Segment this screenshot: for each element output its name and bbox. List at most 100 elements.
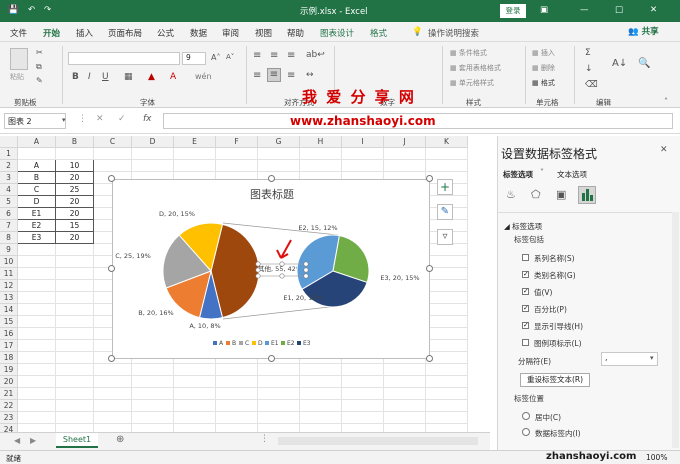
data-label[interactable]: E2, 15, 12% — [298, 224, 337, 232]
cell[interactable] — [56, 376, 94, 388]
column-header[interactable]: B — [56, 136, 94, 148]
shrink-font-icon[interactable]: A˅ — [226, 53, 234, 61]
cell[interactable] — [132, 412, 174, 424]
tab-insert[interactable]: 插入 — [76, 27, 93, 39]
column-header[interactable]: I — [342, 136, 384, 148]
tab-data[interactable]: 数据 — [190, 27, 207, 39]
format-painter-icon[interactable]: ✎ — [36, 76, 43, 85]
cell[interactable] — [174, 388, 216, 400]
data-label[interactable]: C, 25, 19% — [115, 252, 151, 260]
cancel-icon[interactable]: ✕ — [96, 114, 104, 124]
cell[interactable] — [56, 256, 94, 268]
cell[interactable]: 10 — [56, 160, 94, 172]
column-header[interactable]: C — [94, 136, 132, 148]
cell[interactable]: 20 — [56, 196, 94, 208]
resize-handle[interactable] — [255, 261, 261, 267]
legend-swatch[interactable] — [252, 341, 256, 345]
cell[interactable] — [426, 328, 468, 340]
row-header[interactable]: 1 — [0, 148, 18, 160]
cell[interactable] — [174, 376, 216, 388]
legend-label[interactable]: E1 — [271, 340, 279, 347]
row-header[interactable]: 9 — [0, 244, 18, 256]
cell[interactable] — [216, 412, 258, 424]
cell[interactable] — [18, 292, 56, 304]
redo-icon[interactable]: ↷ — [44, 5, 51, 15]
resize-handle[interactable] — [108, 265, 115, 272]
chevron-down-icon[interactable]: ▾ — [650, 354, 654, 362]
cell[interactable] — [216, 148, 258, 160]
cell[interactable] — [56, 316, 94, 328]
cell[interactable] — [18, 400, 56, 412]
cell[interactable] — [56, 292, 94, 304]
tab-chart-design[interactable]: 图表设计 — [320, 27, 354, 39]
cell[interactable] — [174, 400, 216, 412]
prev-sheet-icon[interactable]: ◀ — [14, 436, 20, 445]
cell[interactable] — [426, 316, 468, 328]
cell[interactable] — [426, 292, 468, 304]
cell[interactable] — [132, 160, 174, 172]
data-label[interactable]: A, 10, 8% — [189, 322, 220, 330]
cell[interactable] — [18, 256, 56, 268]
row-header[interactable]: 4 — [0, 184, 18, 196]
autosum-icon[interactable]: Σ — [585, 48, 591, 58]
cell[interactable] — [18, 304, 56, 316]
tab-label-options[interactable]: 标签选项 — [503, 169, 533, 180]
column-header[interactable]: H — [300, 136, 342, 148]
format-cells-button[interactable]: ▦ 格式 — [532, 78, 555, 88]
cell[interactable] — [132, 376, 174, 388]
cell[interactable] — [174, 412, 216, 424]
cell[interactable] — [384, 388, 426, 400]
phonetic-icon[interactable]: wén — [195, 72, 212, 81]
insert-cells-button[interactable]: ▦ 插入 — [532, 48, 555, 58]
cell[interactable]: E1 — [18, 208, 56, 220]
login-button[interactable]: 登录 — [500, 4, 526, 18]
cell[interactable] — [426, 340, 468, 352]
legend-label[interactable]: C — [245, 340, 249, 347]
cell[interactable]: 20 — [56, 232, 94, 244]
resize-handle[interactable] — [255, 273, 261, 279]
cell[interactable] — [258, 364, 300, 376]
cell[interactable] — [342, 364, 384, 376]
cell[interactable] — [300, 376, 342, 388]
resize-handle[interactable] — [426, 265, 433, 272]
cell[interactable] — [18, 148, 56, 160]
cell[interactable] — [56, 244, 94, 256]
cell[interactable] — [426, 388, 468, 400]
checkbox[interactable]: ✓ — [522, 288, 529, 295]
cell[interactable] — [56, 388, 94, 400]
cell[interactable] — [56, 328, 94, 340]
cell[interactable] — [342, 148, 384, 160]
cell[interactable] — [216, 400, 258, 412]
cell[interactable]: 15 — [56, 220, 94, 232]
cell[interactable]: E2 — [18, 220, 56, 232]
cell[interactable] — [384, 400, 426, 412]
underline-icon[interactable]: U — [102, 72, 109, 82]
cell[interactable]: 25 — [56, 184, 94, 196]
cell[interactable] — [18, 376, 56, 388]
checkbox[interactable]: ✓ — [522, 271, 529, 278]
sheet-tab-sheet1[interactable]: Sheet1 — [56, 433, 98, 448]
arrow-annotation[interactable] — [276, 239, 292, 259]
legend-label[interactable]: E2 — [287, 340, 295, 347]
ribbon-display-icon[interactable]: ▣ — [540, 5, 548, 15]
font-color-icon[interactable]: A — [170, 72, 176, 82]
cell[interactable] — [18, 280, 56, 292]
insert-function-icon[interactable]: fx — [143, 114, 152, 124]
cell[interactable] — [18, 244, 56, 256]
cell[interactable] — [384, 364, 426, 376]
column-header[interactable]: K — [426, 136, 468, 148]
horizontal-scrollbar[interactable] — [278, 437, 478, 445]
reset-label-text-button[interactable]: 重设标签文本(R) — [520, 373, 590, 387]
cell[interactable]: 20 — [56, 208, 94, 220]
row-header[interactable]: 22 — [0, 400, 18, 412]
tab-file[interactable]: 文件 — [10, 27, 27, 39]
data-label[interactable]: E1, 20, 15% — [283, 294, 322, 302]
add-sheet-icon[interactable]: ⊕ — [116, 434, 124, 445]
radio-center[interactable] — [522, 412, 530, 420]
save-icon[interactable]: 💾 — [8, 5, 19, 15]
copy-icon[interactable]: ⧉ — [36, 62, 42, 72]
font-size-select[interactable]: 9 — [182, 52, 206, 65]
tell-me-search[interactable]: 操作说明搜索 — [428, 27, 479, 39]
align-bottom-icon[interactable]: ≡ — [287, 50, 295, 61]
resize-handle[interactable] — [426, 355, 433, 362]
